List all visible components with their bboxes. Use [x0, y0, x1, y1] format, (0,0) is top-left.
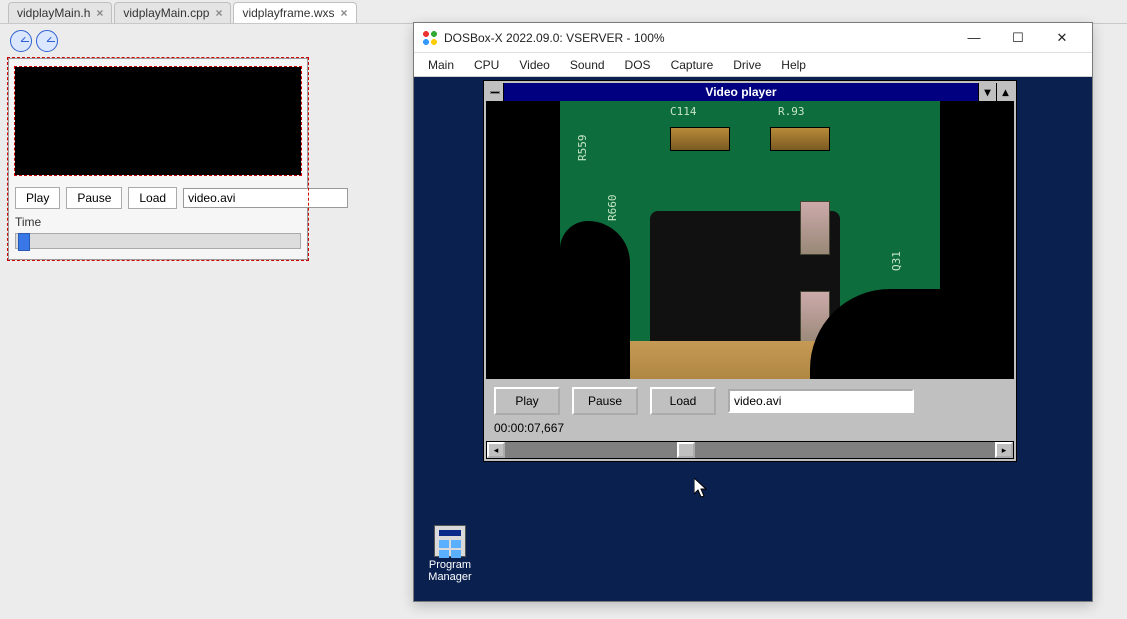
- dosbox-menubar: Main CPU Video Sound DOS Capture Drive H…: [414, 53, 1092, 77]
- timer-icon[interactable]: [36, 30, 58, 52]
- load-button[interactable]: Load: [128, 187, 177, 209]
- menu-capture[interactable]: Capture: [661, 55, 724, 75]
- time-display: 00:00:07,667: [486, 419, 1014, 441]
- system-menu-button[interactable]: [486, 83, 504, 101]
- maximize-button[interactable]: ☐: [996, 24, 1040, 52]
- pcb-label: C114: [670, 105, 697, 118]
- menu-cpu[interactable]: CPU: [464, 55, 509, 75]
- menu-sound[interactable]: Sound: [560, 55, 615, 75]
- slider-thumb[interactable]: [18, 233, 30, 251]
- scroll-thumb[interactable]: [677, 442, 695, 458]
- close-icon[interactable]: ×: [215, 6, 222, 20]
- ide-tab-vidplaymain-h[interactable]: vidplayMain.h ×: [8, 2, 112, 23]
- form-designer: Play Pause Load Time: [8, 28, 318, 260]
- video-area: C114 R.93 R559 R660 Q31: [486, 101, 1014, 379]
- pcb-label: Q31: [890, 251, 903, 271]
- videoplayer-titlebar[interactable]: Video player ▾ ▴: [486, 83, 1014, 101]
- menu-dos[interactable]: DOS: [615, 55, 661, 75]
- filename-input[interactable]: [728, 389, 914, 413]
- tab-label: vidplayMain.cpp: [123, 6, 209, 20]
- play-button[interactable]: Play: [494, 387, 560, 415]
- menu-main[interactable]: Main: [418, 55, 464, 75]
- videoplayer-body: C114 R.93 R559 R660 Q31: [486, 101, 1014, 459]
- filename-input[interactable]: [183, 188, 348, 208]
- videoplayer-title-text: Video player: [504, 85, 978, 99]
- minimize-button[interactable]: ▾: [978, 83, 996, 101]
- minimize-button[interactable]: —: [952, 24, 996, 52]
- time-slider[interactable]: [15, 233, 301, 249]
- icon-label: Program: [416, 559, 484, 571]
- time-label: Time: [15, 215, 301, 229]
- menu-help[interactable]: Help: [771, 55, 816, 75]
- dosbox-logo-icon: [422, 30, 438, 46]
- load-button[interactable]: Load: [650, 387, 716, 415]
- video-frame-image: C114 R.93 R559 R660 Q31: [560, 101, 940, 379]
- videoplayer-controls: Play Pause Load: [486, 379, 1014, 419]
- pause-button[interactable]: Pause: [572, 387, 638, 415]
- program-manager-glyph-icon: [434, 525, 466, 557]
- ide-tab-strip: vidplayMain.h × vidplayMain.cpp × vidpla…: [0, 0, 1127, 24]
- play-button[interactable]: Play: [15, 187, 60, 209]
- program-manager-icon[interactable]: Program Manager: [416, 525, 484, 583]
- ide-tab-vidplayframe-wxs[interactable]: vidplayframe.wxs ×: [233, 2, 356, 23]
- dosbox-titlebar[interactable]: DOSBox-X 2022.09.0: VSERVER - 100% — ☐ ✕: [414, 23, 1092, 53]
- close-icon[interactable]: ×: [340, 6, 347, 20]
- tab-label: vidplayframe.wxs: [242, 6, 334, 20]
- scroll-left-button[interactable]: ◂: [487, 442, 505, 458]
- emulated-desktop[interactable]: Video player ▾ ▴ C114 R.93 R559 R660 Q31: [414, 77, 1092, 601]
- menu-video[interactable]: Video: [509, 55, 559, 75]
- timer-icon[interactable]: [10, 30, 32, 52]
- close-icon[interactable]: ×: [96, 6, 103, 20]
- ide-tab-vidplaymain-cpp[interactable]: vidplayMain.cpp ×: [114, 2, 231, 23]
- dosbox-window: DOSBox-X 2022.09.0: VSERVER - 100% — ☐ ✕…: [413, 22, 1093, 602]
- pcb-label: R559: [576, 135, 589, 162]
- close-button[interactable]: ✕: [1040, 24, 1084, 52]
- pcb-label: R.93: [778, 105, 805, 118]
- videoplayer-window: Video player ▾ ▴ C114 R.93 R559 R660 Q31: [484, 81, 1016, 461]
- design-video-panel[interactable]: [15, 67, 301, 175]
- design-form-root[interactable]: Play Pause Load Time: [8, 58, 308, 260]
- maximize-button[interactable]: ▴: [996, 83, 1014, 101]
- tab-label: vidplayMain.h: [17, 6, 90, 20]
- menu-drive[interactable]: Drive: [723, 55, 771, 75]
- scroll-track[interactable]: [505, 442, 995, 458]
- icon-label: Manager: [416, 571, 484, 583]
- scroll-right-button[interactable]: ▸: [995, 442, 1013, 458]
- pause-button[interactable]: Pause: [66, 187, 122, 209]
- dosbox-title-text: DOSBox-X 2022.09.0: VSERVER - 100%: [444, 31, 665, 45]
- pcb-label: R660: [606, 195, 619, 222]
- seek-scrollbar[interactable]: ◂ ▸: [486, 441, 1014, 459]
- designer-component-tray: [8, 28, 318, 54]
